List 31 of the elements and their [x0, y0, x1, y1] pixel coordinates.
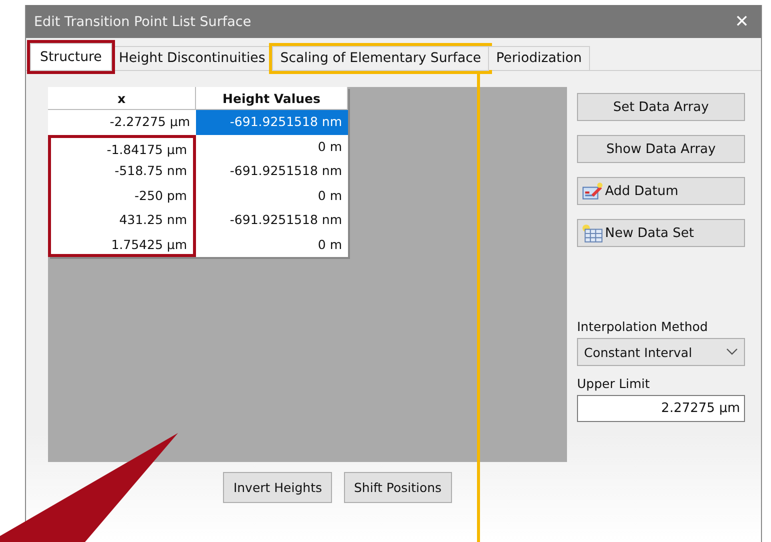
- side-button[interactable]: Add Datum: [577, 177, 745, 205]
- button-label: New Data Set: [605, 226, 694, 240]
- table-cell[interactable]: -691.9251518 nm: [196, 208, 348, 232]
- side-button[interactable]: Show Data Array: [577, 135, 745, 163]
- action-button[interactable]: Invert Heights: [223, 472, 332, 503]
- close-button[interactable]: ✕: [730, 12, 753, 32]
- field-label: Upper Limit: [577, 376, 651, 391]
- table-cell[interactable]: 1.75425 µm: [48, 232, 196, 257]
- edit-form-icon: [582, 182, 603, 200]
- chevron-down-icon: [726, 348, 738, 356]
- table-cell[interactable]: -250 pm: [48, 184, 196, 208]
- table-cell[interactable]: -518.75 nm: [48, 159, 196, 184]
- table-cell[interactable]: 0 m: [196, 184, 348, 208]
- table-cell[interactable]: -691.9251518 nm: [196, 110, 348, 134]
- table-cell[interactable]: -691.9251518 nm: [196, 159, 348, 184]
- table-cell[interactable]: -1.84175 µm: [48, 134, 196, 159]
- interpolation-dropdown[interactable]: Constant Interval: [577, 338, 745, 366]
- action-button[interactable]: Shift Positions: [344, 472, 452, 503]
- upper-limit-field[interactable]: 2.27275 µm: [577, 395, 745, 422]
- table-cell[interactable]: 0 m: [196, 232, 348, 257]
- table-cell[interactable]: 431.25 nm: [48, 208, 196, 232]
- window-title: Edit Transition Point List Surface: [34, 14, 252, 30]
- table-cell[interactable]: 0 m: [196, 134, 348, 159]
- button-label: Add Datum: [605, 184, 678, 198]
- side-button[interactable]: New Data Set: [577, 219, 745, 247]
- tab[interactable]: Periodization: [488, 46, 590, 70]
- new-table-icon: [582, 224, 603, 242]
- field-label: Interpolation Method: [577, 319, 709, 334]
- column-header[interactable]: x: [48, 87, 196, 110]
- side-button[interactable]: Set Data Array: [577, 93, 745, 121]
- table-cell[interactable]: -2.27275 µm: [48, 110, 196, 134]
